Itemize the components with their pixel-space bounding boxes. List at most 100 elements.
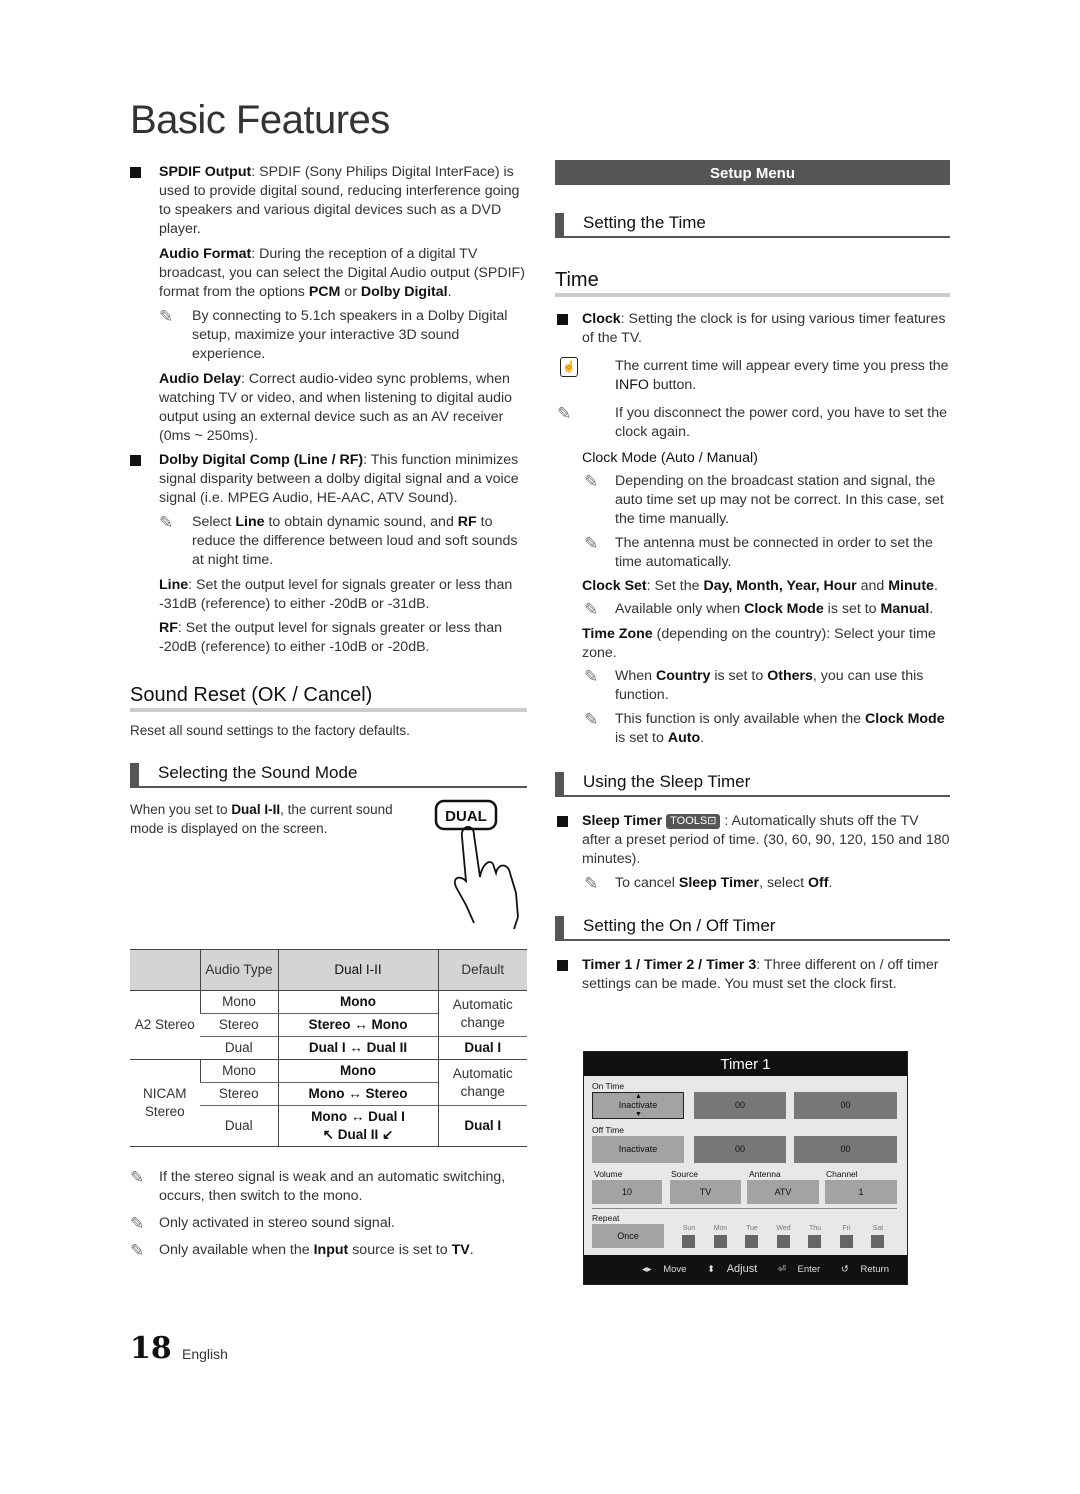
pencil-note-icon: ✎ bbox=[584, 600, 599, 619]
note-text: source is set to bbox=[348, 1242, 452, 1258]
day-checkbox-mon[interactable] bbox=[713, 1235, 727, 1248]
day-checkbox-thu[interactable] bbox=[808, 1235, 821, 1248]
time-zone-item: Time Zone (depending on the country): Se… bbox=[555, 625, 950, 663]
bullet-square-icon bbox=[130, 455, 141, 466]
volume-field[interactable]: 10 bbox=[592, 1180, 662, 1204]
default-cell: Automatic change bbox=[437, 1059, 527, 1106]
dual-mode-cell: Dual I ↔ Dual II bbox=[277, 1036, 438, 1060]
day-checkbox-sat[interactable] bbox=[871, 1235, 884, 1248]
dual-mode-cell: Mono ↔ Dual I ↖ Dual II ↙ bbox=[277, 1105, 438, 1147]
note-text: . bbox=[469, 1242, 474, 1258]
repeat-field[interactable]: Once bbox=[592, 1224, 664, 1248]
sleep-timer-note: ✎ To cancel Sleep Timer, select Off. bbox=[555, 874, 950, 893]
dolby-comp-label: Dolby Digital Comp (Line / RF) bbox=[159, 452, 364, 468]
note-item: ✎ Only available when the Input source is… bbox=[130, 1241, 527, 1260]
pencil-note-icon: ✎ bbox=[584, 667, 599, 686]
osd-footer: ◂▸ Move ⬍ Adjust ⏎ Enter ↺ Return bbox=[584, 1255, 907, 1284]
default-cell: Automatic change bbox=[437, 990, 527, 1037]
dual-mode-cell: Mono ↔ Stereo bbox=[277, 1082, 438, 1106]
audio-format-note: ✎ By connecting to 5.1ch speakers in a D… bbox=[130, 307, 527, 364]
dual-mode-line: ↖ Dual II ↙ bbox=[322, 1127, 394, 1142]
text: : Set the bbox=[646, 578, 704, 594]
note-text: . bbox=[700, 730, 705, 746]
sound-reset-text: Reset all sound settings to the factory … bbox=[130, 723, 410, 738]
power-note: ✎ If you disconnect the power cord, you … bbox=[555, 404, 950, 442]
table-header-cell: Default bbox=[437, 949, 527, 991]
note-bold: Auto bbox=[667, 730, 701, 746]
table-header-cell: Audio Type bbox=[199, 949, 278, 991]
time-heading: Time bbox=[555, 270, 950, 297]
heading-bar-icon bbox=[130, 763, 139, 788]
source-field[interactable]: TV bbox=[670, 1180, 741, 1204]
audio-standard-cell: NICAM Stereo bbox=[130, 1059, 200, 1147]
dual-button-label: DUAL bbox=[445, 808, 487, 825]
day-label: Thu bbox=[808, 1225, 822, 1232]
dual-mode-cell: Stereo ↔ Mono bbox=[277, 1013, 438, 1037]
option-pcm: PCM bbox=[308, 284, 341, 300]
dolby-comp-item: Dolby Digital Comp (Line / RF): This fun… bbox=[130, 451, 527, 508]
day-checkbox-fri[interactable] bbox=[839, 1235, 853, 1248]
remote-button-icon: ☝ bbox=[560, 357, 578, 377]
dual-button-press-illustration: DUAL bbox=[434, 799, 519, 930]
day-label: Sun bbox=[682, 1225, 696, 1232]
right-column: Setup Menu Setting the Time Time Clock: … bbox=[555, 160, 950, 999]
audio-delay-label: Audio Delay bbox=[159, 371, 241, 387]
note-text: Only available when the bbox=[159, 1242, 314, 1258]
pencil-note-icon: ✎ bbox=[557, 404, 572, 423]
note-item: ✎ If the stereo signal is weak and an aut… bbox=[130, 1168, 527, 1206]
day-checkbox-wed[interactable] bbox=[776, 1235, 790, 1248]
page-language: English bbox=[182, 1346, 228, 1362]
on-time-hour-field[interactable]: 00 bbox=[694, 1092, 786, 1119]
off-time-minute-field[interactable]: 00 bbox=[794, 1136, 897, 1163]
enter-icon: ⏎ bbox=[777, 1264, 786, 1275]
timer-item: Timer 1 / Timer 2 / Timer 3: Three diffe… bbox=[555, 956, 950, 994]
note-bold: Line bbox=[235, 514, 265, 530]
off-time-hour-field[interactable]: 00 bbox=[694, 1136, 786, 1163]
move-hint: ◂▸ Move bbox=[642, 1264, 695, 1275]
audio-type-cell: Dual bbox=[200, 1105, 278, 1147]
audio-type-cell: Dual bbox=[200, 1036, 278, 1060]
dual-mode-cell: Mono bbox=[277, 1059, 438, 1083]
hint-text: Return bbox=[860, 1264, 889, 1275]
day-label: Fri bbox=[842, 1225, 851, 1232]
note-bold: RF bbox=[457, 514, 477, 530]
time-zone-note: ✎ When Country is set to Others, you can … bbox=[555, 667, 950, 705]
bold: Day, Month, Year, Hour bbox=[703, 578, 857, 594]
note-text: If the stereo signal is weak and an auto… bbox=[159, 1169, 506, 1204]
table-header-row: Audio Type Dual I-II Default bbox=[130, 949, 527, 991]
hand-icon bbox=[454, 826, 519, 930]
rf-item: RF: Set the output level for signals gre… bbox=[130, 619, 527, 657]
note-bold: Off bbox=[807, 875, 829, 891]
on-time-state-field[interactable]: ▲ Inactivate ▼ bbox=[592, 1092, 684, 1119]
source-label: Source bbox=[671, 1169, 698, 1179]
up-down-arrow-icon: ⬍ bbox=[707, 1264, 716, 1275]
antenna-field[interactable]: ATV bbox=[747, 1180, 819, 1204]
note-text: If you disconnect the power cord, you ha… bbox=[615, 405, 948, 440]
text: and bbox=[856, 578, 889, 594]
day-checkbox-tue[interactable] bbox=[745, 1235, 758, 1248]
bullet-square-icon bbox=[557, 816, 568, 827]
clock-mode-label: Clock Mode (Auto / Manual) bbox=[555, 449, 950, 468]
day-checkbox-sun[interactable] bbox=[682, 1235, 695, 1248]
note-bold: TV bbox=[451, 1242, 470, 1258]
line-label: Line bbox=[159, 577, 189, 593]
adjust-hint: ⬍ Adjust bbox=[707, 1263, 766, 1275]
clock-item: Clock: Setting the clock is for using va… bbox=[555, 310, 950, 348]
enter-hint: ⏎ Enter bbox=[778, 1264, 829, 1275]
note-bold: Others bbox=[767, 668, 813, 684]
option-dolby: Dolby Digital bbox=[360, 284, 448, 300]
sound-mode-text: When you set to Dual I-II, the current s… bbox=[130, 800, 395, 838]
on-time-minute-field[interactable]: 00 bbox=[794, 1092, 897, 1119]
or-text: or bbox=[340, 284, 361, 300]
bullet-square-icon bbox=[130, 167, 141, 178]
clock-text: : Setting the clock is for using various… bbox=[582, 311, 946, 346]
off-time-state-field[interactable]: Inactivate bbox=[592, 1136, 684, 1163]
page-number: 18 bbox=[130, 1331, 172, 1366]
audio-standard-cell: A2 Stereo bbox=[130, 990, 200, 1060]
arrow-down-icon[interactable]: ▼ bbox=[635, 1102, 642, 1127]
line-text: : Set the output level for signals great… bbox=[159, 577, 513, 612]
on-time-label: On Time bbox=[592, 1081, 625, 1091]
channel-field[interactable]: 1 bbox=[825, 1180, 897, 1204]
note-text: is set to bbox=[615, 730, 668, 746]
bold: Dual I-II bbox=[231, 802, 281, 817]
